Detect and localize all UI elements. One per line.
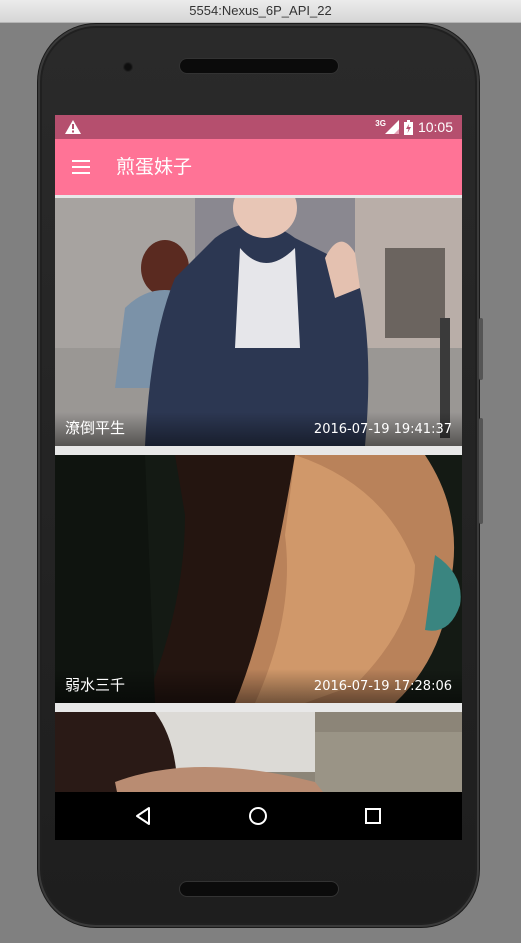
feed-photo	[55, 198, 462, 446]
image-feed[interactable]: 潦倒平生 2016-07-19 19:41:37 弱水三千 2016-07-19…	[55, 198, 462, 840]
app-bar: 煎蛋妹子	[55, 139, 462, 195]
feed-card[interactable]: 弱水三千 2016-07-19 17:28:06	[55, 455, 462, 703]
front-camera	[123, 62, 133, 72]
top-speaker	[180, 59, 338, 73]
hamburger-menu-icon[interactable]	[69, 155, 93, 179]
recents-icon[interactable]	[361, 804, 385, 828]
home-icon[interactable]	[246, 804, 270, 828]
device-screen: 3G 10:05 煎蛋妹子 潦倒平生 2016-07-19 19:41:37 弱…	[55, 115, 462, 840]
post-time: 2016-07-19 19:41:37	[313, 422, 452, 437]
status-time: 10:05	[417, 119, 453, 135]
feed-photo	[55, 455, 462, 703]
volume-button[interactable]	[479, 418, 483, 524]
author-name: 潦倒平生	[65, 419, 126, 437]
status-bar: 3G 10:05	[55, 115, 462, 139]
author-name: 弱水三千	[65, 676, 126, 694]
signal-icon	[384, 120, 399, 134]
emulator-window-title: 5554:Nexus_6P_API_22	[0, 0, 521, 23]
bottom-speaker	[180, 882, 338, 896]
post-time: 2016-07-19 17:28:06	[313, 679, 452, 694]
network-type-label: 3G	[375, 118, 386, 128]
navigation-bar	[55, 792, 462, 840]
card-caption: 潦倒平生 2016-07-19 19:41:37	[55, 412, 462, 446]
feed-card[interactable]: 潦倒平生 2016-07-19 19:41:37	[55, 198, 462, 446]
battery-icon	[403, 119, 413, 135]
back-icon[interactable]	[132, 804, 156, 828]
app-title: 煎蛋妹子	[116, 156, 193, 178]
warning-icon	[65, 120, 81, 134]
card-caption: 弱水三千 2016-07-19 17:28:06	[55, 669, 462, 703]
power-button[interactable]	[479, 318, 483, 380]
